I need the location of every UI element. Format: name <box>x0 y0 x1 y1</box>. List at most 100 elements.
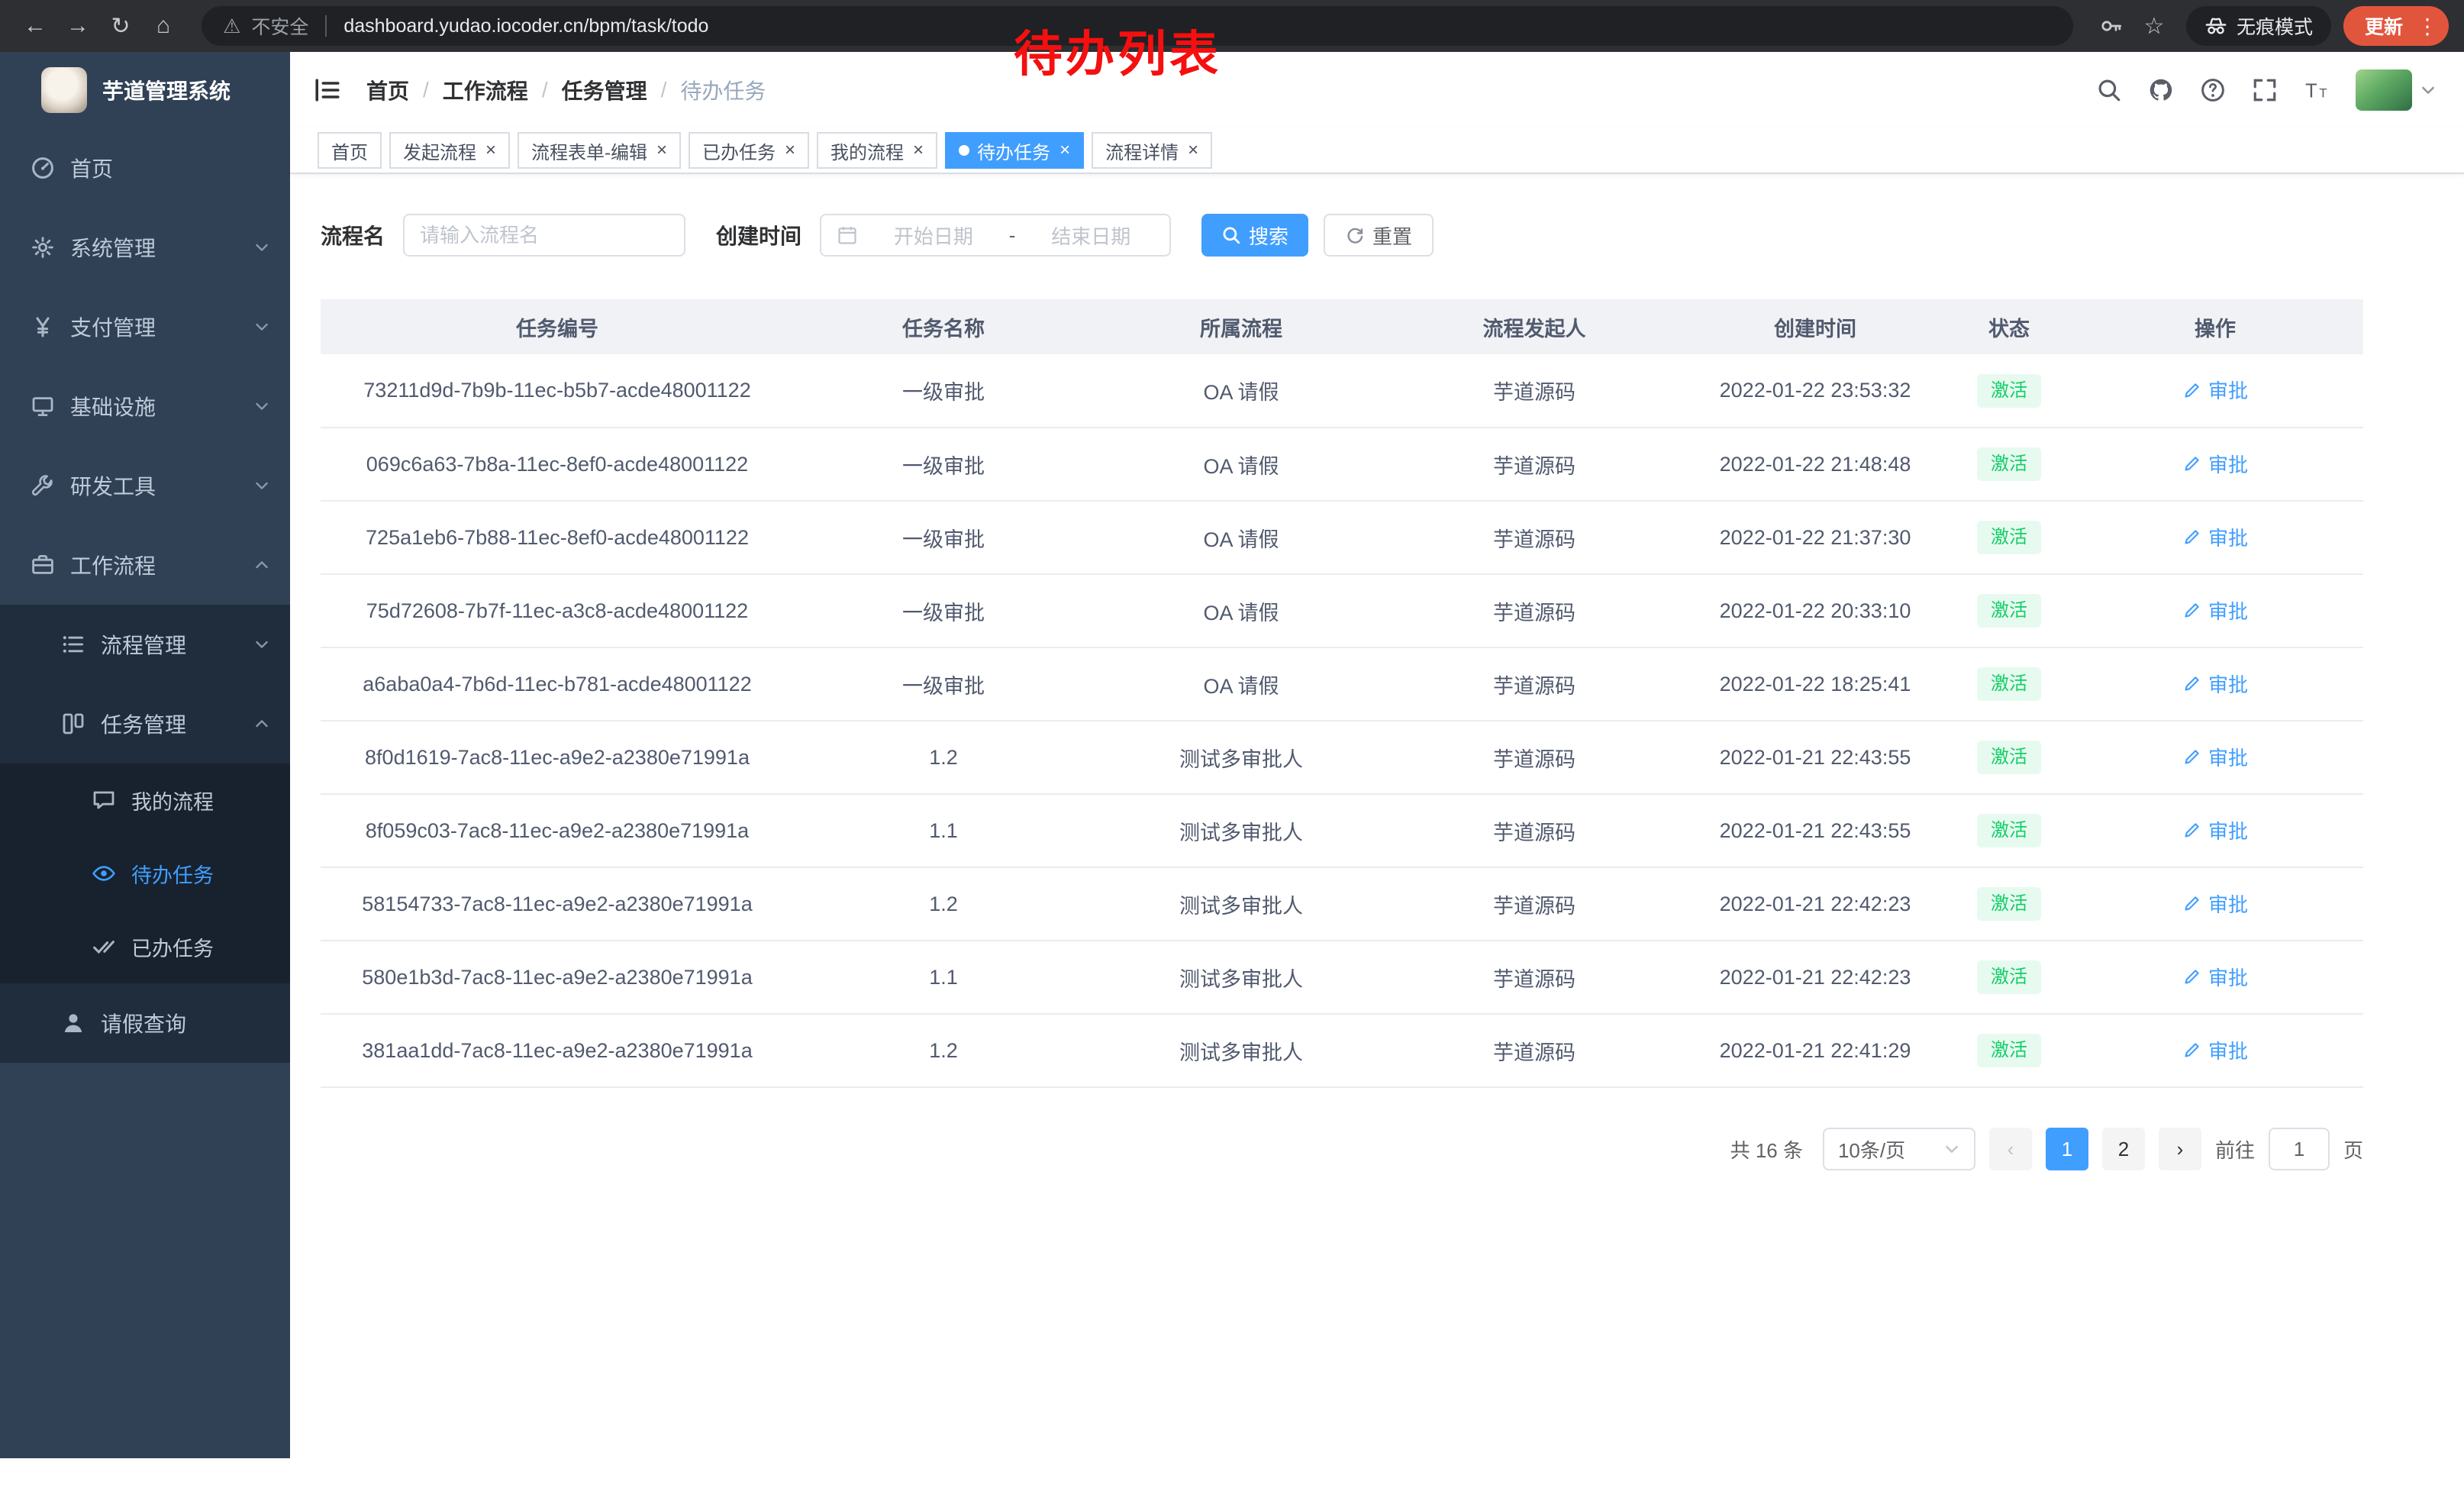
date-range-picker[interactable]: 开始日期 - 结束日期 <box>820 214 1171 257</box>
approve-link[interactable]: 审批 <box>2182 450 2248 478</box>
tab-start-process[interactable]: 发起流程× <box>389 132 510 169</box>
user-avatar[interactable] <box>2356 69 2437 111</box>
breadcrumb-item[interactable]: 工作流程 <box>443 75 528 105</box>
approve-link-label: 审批 <box>2208 670 2248 698</box>
process-name-input[interactable] <box>420 224 669 247</box>
navbar-actions: TT <box>2096 69 2437 111</box>
tab-close-icon[interactable]: × <box>656 141 667 160</box>
approve-link[interactable]: 审批 <box>2182 889 2248 918</box>
approve-link[interactable]: 审批 <box>2182 1036 2248 1064</box>
back-icon[interactable]: ← <box>15 6 55 46</box>
github-icon[interactable] <box>2148 77 2174 103</box>
tab-my-process[interactable]: 我的流程× <box>817 132 937 169</box>
sidebar-item-label: 工作流程 <box>70 550 156 580</box>
action-cell: 审批 <box>2067 647 2363 721</box>
sidebar-item-infrastructure[interactable]: 基础设施 <box>0 366 290 446</box>
sidebar-item-payment[interactable]: 支付管理 <box>0 287 290 366</box>
update-button[interactable]: 更新 ⋮ <box>2343 6 2449 46</box>
approve-link-label: 审批 <box>2208 816 2248 844</box>
tab-close-icon[interactable]: × <box>485 141 496 160</box>
collapse-sidebar-icon[interactable] <box>313 76 342 105</box>
task-name-cell: 一级审批 <box>794 428 1093 501</box>
action-cell: 审批 <box>2067 354 2363 428</box>
search-button[interactable]: 搜索 <box>1201 214 1308 257</box>
sidebar-item-leave-query[interactable]: 请假查询 <box>0 983 290 1063</box>
chevron-up-icon <box>253 557 270 573</box>
sidebar-item-done-task[interactable]: 已办任务 <box>0 910 290 983</box>
edit-icon <box>2182 673 2202 693</box>
breadcrumb-item[interactable]: 任务管理 <box>562 75 647 105</box>
bookmark-star-icon[interactable]: ☆ <box>2134 6 2174 46</box>
annotation-text: 待办列表 <box>1014 15 1221 86</box>
forward-icon[interactable]: → <box>58 6 98 46</box>
fullscreen-icon[interactable] <box>2252 77 2278 103</box>
status-badge: 激活 <box>1977 594 2041 628</box>
approve-link-label: 审批 <box>2208 963 2248 991</box>
status-cell: 激活 <box>1951 574 2067 647</box>
task-name-cell: 一级审批 <box>794 647 1093 721</box>
page-size-select[interactable]: 10条/页 <box>1823 1128 1975 1170</box>
goto-page-input[interactable] <box>2269 1128 2330 1170</box>
breadcrumb-item[interactable]: 首页 <box>366 75 409 105</box>
table-row: 73211d9d-7b9b-11ec-b5b7-acde48001122一级审批… <box>321 354 2363 428</box>
tab-process-detail[interactable]: 流程详情× <box>1092 132 1212 169</box>
sidebar-item-todo-task[interactable]: 待办任务 <box>0 837 290 910</box>
prev-page-button[interactable]: ‹ <box>1989 1128 2032 1170</box>
tab-close-icon[interactable]: × <box>785 141 795 160</box>
sidebar-item-system[interactable]: 系统管理 <box>0 208 290 287</box>
table-row: 8f0d1619-7ac8-11ec-a9e2-a2380e71991a1.2测… <box>321 721 2363 794</box>
sidebar-item-task-mgmt[interactable]: 任务管理 <box>0 684 290 763</box>
incognito-icon <box>2204 15 2227 37</box>
tab-close-icon[interactable]: × <box>913 141 924 160</box>
tab-home[interactable]: 首页 <box>318 132 382 169</box>
tab-form-edit[interactable]: 流程表单-编辑× <box>518 132 681 169</box>
approve-link[interactable]: 审批 <box>2182 376 2248 404</box>
column-header: 状态 <box>1951 299 2067 354</box>
initiator-cell: 芋道源码 <box>1389 501 1679 574</box>
tab-label: 待办任务 <box>977 137 1050 164</box>
approve-link[interactable]: 审批 <box>2182 596 2248 625</box>
sidebar-item-process-mgmt[interactable]: 流程管理 <box>0 605 290 684</box>
reload-icon[interactable]: ↻ <box>101 6 140 46</box>
help-icon[interactable] <box>2200 77 2226 103</box>
home-icon[interactable]: ⌂ <box>144 6 183 46</box>
sidebar-item-label: 已办任务 <box>131 932 214 962</box>
sidebar-item-home[interactable]: 首页 <box>0 128 290 208</box>
tab-done-task[interactable]: 已办任务× <box>689 132 809 169</box>
approve-link[interactable]: 审批 <box>2182 743 2248 771</box>
process-cell: 测试多审批人 <box>1093 794 1389 867</box>
screen: ← → ↻ ⌂ ⚠ 不安全 dashboard.yudao.iocoder.cn… <box>0 0 2464 1501</box>
sidebar-item-my-process[interactable]: 我的流程 <box>0 763 290 837</box>
font-size-icon[interactable]: TT <box>2304 77 2330 103</box>
name-filter-label: 流程名 <box>321 220 385 250</box>
approve-link[interactable]: 审批 <box>2182 523 2248 551</box>
column-header: 流程发起人 <box>1389 299 1679 354</box>
search-icon[interactable] <box>2096 77 2122 103</box>
page-button-2[interactable]: 2 <box>2102 1128 2145 1170</box>
next-page-button[interactable]: › <box>2159 1128 2201 1170</box>
tab-label: 首页 <box>331 137 368 164</box>
task-name-cell: 1.2 <box>794 1014 1093 1087</box>
reset-button[interactable]: 重置 <box>1324 214 1434 257</box>
create-time-filter-label: 创建时间 <box>716 220 801 250</box>
logo[interactable]: 芋道管理系统 <box>0 52 290 128</box>
sidebar-item-label: 支付管理 <box>70 311 156 342</box>
approve-link[interactable]: 审批 <box>2182 670 2248 698</box>
password-key-icon[interactable] <box>2091 6 2131 46</box>
pagination: 共 16 条 10条/页 ‹ 12 › 前往 页 <box>321 1128 2363 1170</box>
sidebar-item-devtools[interactable]: 研发工具 <box>0 446 290 525</box>
tab-todo-task[interactable]: 待办任务 × <box>945 132 1084 169</box>
task-name-cell: 1.2 <box>794 721 1093 794</box>
initiator-cell: 芋道源码 <box>1389 574 1679 647</box>
tab-close-icon[interactable]: × <box>1188 141 1198 160</box>
action-cell: 审批 <box>2067 794 2363 867</box>
approve-link[interactable]: 审批 <box>2182 816 2248 844</box>
top-navbar: 首页/工作流程/任务管理/待办任务 TT <box>290 52 2464 128</box>
status-cell: 激活 <box>1951 1014 2067 1087</box>
approve-link[interactable]: 审批 <box>2182 963 2248 991</box>
browser-menu-icon[interactable]: ⋮ <box>2415 14 2440 39</box>
page-button-1[interactable]: 1 <box>2046 1128 2088 1170</box>
sidebar-item-workflow[interactable]: 工作流程 <box>0 525 290 605</box>
app-frame: 芋道管理系统 首页系统管理支付管理基础设施研发工具工作流程流程管理任务管理我的流… <box>0 52 2464 1458</box>
tab-close-icon[interactable]: × <box>1059 141 1070 160</box>
